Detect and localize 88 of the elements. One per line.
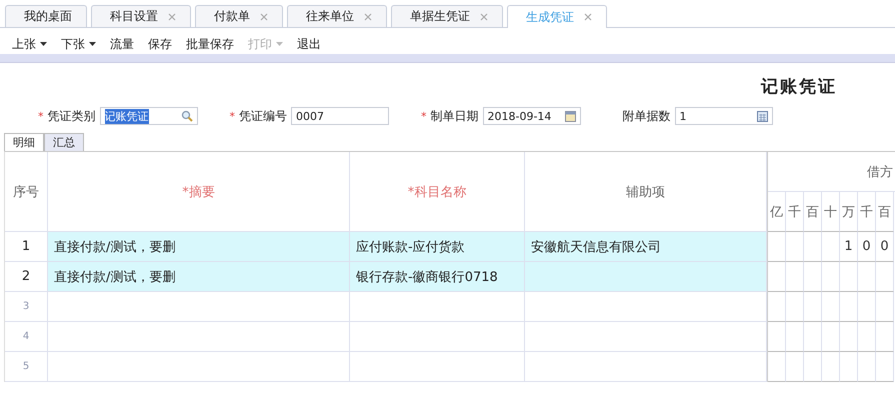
column-header: 序号	[5, 152, 48, 232]
toolbar-button[interactable]: 下张	[61, 34, 96, 54]
table-cell	[804, 232, 822, 262]
table-cell	[804, 322, 822, 352]
tab[interactable]: 付款单	[195, 5, 283, 27]
table-cell	[822, 322, 840, 352]
toolbar-button[interactable]: 上张	[12, 34, 47, 54]
table-cell	[858, 262, 876, 292]
close-icon[interactable]	[584, 13, 592, 21]
voucher-title: 记账凭证	[761, 76, 837, 99]
search-icon[interactable]	[180, 110, 192, 122]
field-label: 凭证类别	[48, 108, 96, 124]
table-cell	[822, 232, 840, 262]
column-header: 百	[804, 192, 822, 232]
table-cell	[876, 352, 894, 382]
table-cell	[876, 262, 894, 292]
close-icon[interactable]	[260, 12, 268, 20]
table-cell	[858, 352, 876, 382]
table-cell	[822, 292, 840, 322]
table-cell	[768, 352, 786, 382]
caret-icon	[89, 42, 96, 46]
toolbar-button[interactable]: 流量	[110, 34, 134, 54]
required-mark: *	[230, 110, 235, 122]
tab[interactable]: 明细	[4, 133, 44, 151]
table-cell	[822, 262, 840, 292]
required-mark: *	[421, 110, 426, 122]
column-header: 亿	[768, 192, 786, 232]
table-cell	[822, 352, 840, 382]
table-cell: 0	[858, 232, 876, 262]
table-cell	[840, 292, 858, 322]
column-header: 借方	[768, 152, 895, 192]
calculator-icon[interactable]	[756, 110, 768, 122]
table-cell	[804, 292, 822, 322]
table-cell	[840, 352, 858, 382]
table-cell: 安徽航天信息有限公司	[525, 232, 767, 262]
table-cell: 4	[5, 322, 48, 352]
field-label: 制单日期	[430, 108, 478, 124]
table-cell: 1	[840, 232, 858, 262]
field-label: 凭证编号	[239, 108, 287, 124]
toolbar-button[interactable]: 退出	[297, 34, 321, 54]
table-cell	[840, 262, 858, 292]
column-header: 千	[858, 192, 876, 232]
tab[interactable]: 单据生凭证	[391, 5, 503, 27]
table-cell: 5	[5, 352, 48, 382]
table-cell: 3	[5, 292, 48, 322]
table-cell	[768, 262, 786, 292]
caret-icon	[40, 42, 47, 46]
table-cell	[858, 292, 876, 322]
column-header: 千	[786, 192, 804, 232]
column-header: 百	[876, 192, 894, 232]
input-field[interactable]: 记账凭证	[100, 107, 198, 125]
table-cell	[786, 262, 804, 292]
table-cell	[768, 232, 786, 262]
table-cell	[876, 322, 894, 352]
column-header: 万	[840, 192, 858, 232]
caret-icon	[276, 42, 283, 46]
table-cell	[858, 322, 876, 352]
close-icon[interactable]	[364, 12, 372, 20]
table-cell	[876, 292, 894, 322]
table-cell: 直接付款/测试，要删	[48, 232, 350, 262]
close-icon[interactable]	[168, 12, 176, 20]
table-cell	[786, 292, 804, 322]
field-label: 附单据数	[622, 108, 670, 124]
input-field[interactable]: 2018-09-14	[482, 107, 580, 125]
table-cell	[786, 232, 804, 262]
toolbar-button[interactable]: 批量保存	[186, 34, 234, 54]
required-mark: *	[38, 110, 44, 122]
table-cell	[804, 352, 822, 382]
tab[interactable]: 科目设置	[91, 5, 191, 27]
table-cell	[786, 352, 804, 382]
table-cell: 0	[876, 232, 894, 262]
tab[interactable]: 汇总	[44, 133, 84, 151]
input-field[interactable]: 0007	[291, 107, 389, 125]
table-cell: 应付账款-应付货款	[350, 232, 525, 262]
table-cell	[840, 322, 858, 352]
column-header: 十	[822, 192, 840, 232]
table-cell	[804, 262, 822, 292]
table-cell	[786, 322, 804, 352]
input-field[interactable]: 1	[674, 107, 772, 125]
tab[interactable]: 我的桌面	[5, 5, 87, 27]
close-icon[interactable]	[480, 12, 488, 20]
calendar-icon[interactable]	[564, 110, 576, 122]
tab[interactable]: 往来单位	[287, 5, 387, 27]
toolbar-button[interactable]: 保存	[148, 34, 172, 54]
table-cell	[768, 292, 786, 322]
table-cell: 直接付款/测试，要删	[48, 262, 350, 292]
table-cell	[768, 322, 786, 352]
table-cell: 银行存款-徽商银行0718	[350, 262, 525, 292]
